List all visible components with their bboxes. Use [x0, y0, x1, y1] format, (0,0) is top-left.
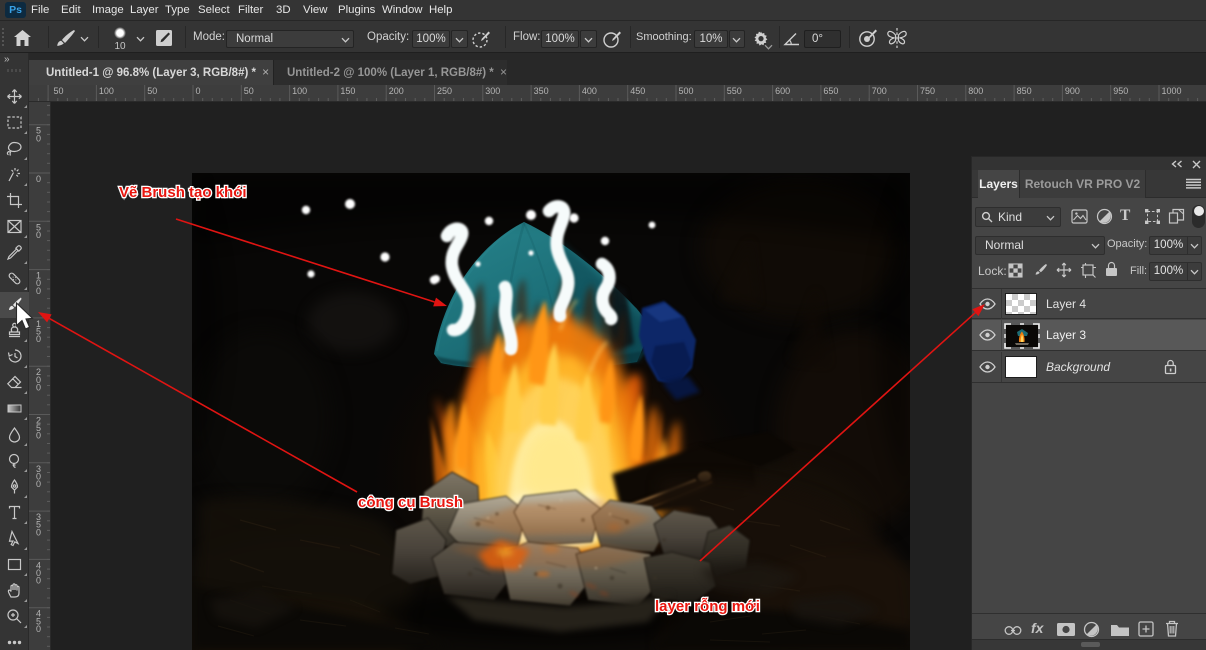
- svg-text:0: 0: [36, 286, 41, 296]
- svg-text:200: 200: [389, 86, 404, 96]
- svg-text:0: 0: [36, 334, 41, 344]
- svg-text:950: 950: [1113, 86, 1128, 96]
- svg-text:0: 0: [36, 174, 41, 184]
- svg-text:0: 0: [36, 431, 41, 441]
- svg-text:850: 850: [1017, 86, 1032, 96]
- svg-text:0: 0: [36, 133, 41, 143]
- svg-text:0: 0: [36, 382, 41, 392]
- svg-text:800: 800: [968, 86, 983, 96]
- svg-text:550: 550: [727, 86, 742, 96]
- svg-text:0: 0: [196, 86, 201, 96]
- svg-text:100: 100: [292, 86, 307, 96]
- svg-text:0: 0: [36, 230, 41, 240]
- svg-text:750: 750: [920, 86, 935, 96]
- svg-text:650: 650: [823, 86, 838, 96]
- svg-text:50: 50: [244, 86, 254, 96]
- svg-text:250: 250: [437, 86, 452, 96]
- svg-text:50: 50: [147, 86, 157, 96]
- svg-text:1000: 1000: [1162, 86, 1182, 96]
- svg-text:400: 400: [582, 86, 597, 96]
- svg-text:900: 900: [1065, 86, 1080, 96]
- svg-text:350: 350: [534, 86, 549, 96]
- svg-text:100: 100: [99, 86, 114, 96]
- svg-text:0: 0: [36, 479, 41, 489]
- svg-text:600: 600: [775, 86, 790, 96]
- svg-text:0: 0: [36, 527, 41, 537]
- svg-text:150: 150: [340, 86, 355, 96]
- svg-text:300: 300: [485, 86, 500, 96]
- svg-text:50: 50: [54, 86, 64, 96]
- svg-text:700: 700: [872, 86, 887, 96]
- svg-text:0: 0: [36, 576, 41, 586]
- svg-text:0: 0: [36, 624, 41, 634]
- svg-text:500: 500: [679, 86, 694, 96]
- svg-text:450: 450: [630, 86, 645, 96]
